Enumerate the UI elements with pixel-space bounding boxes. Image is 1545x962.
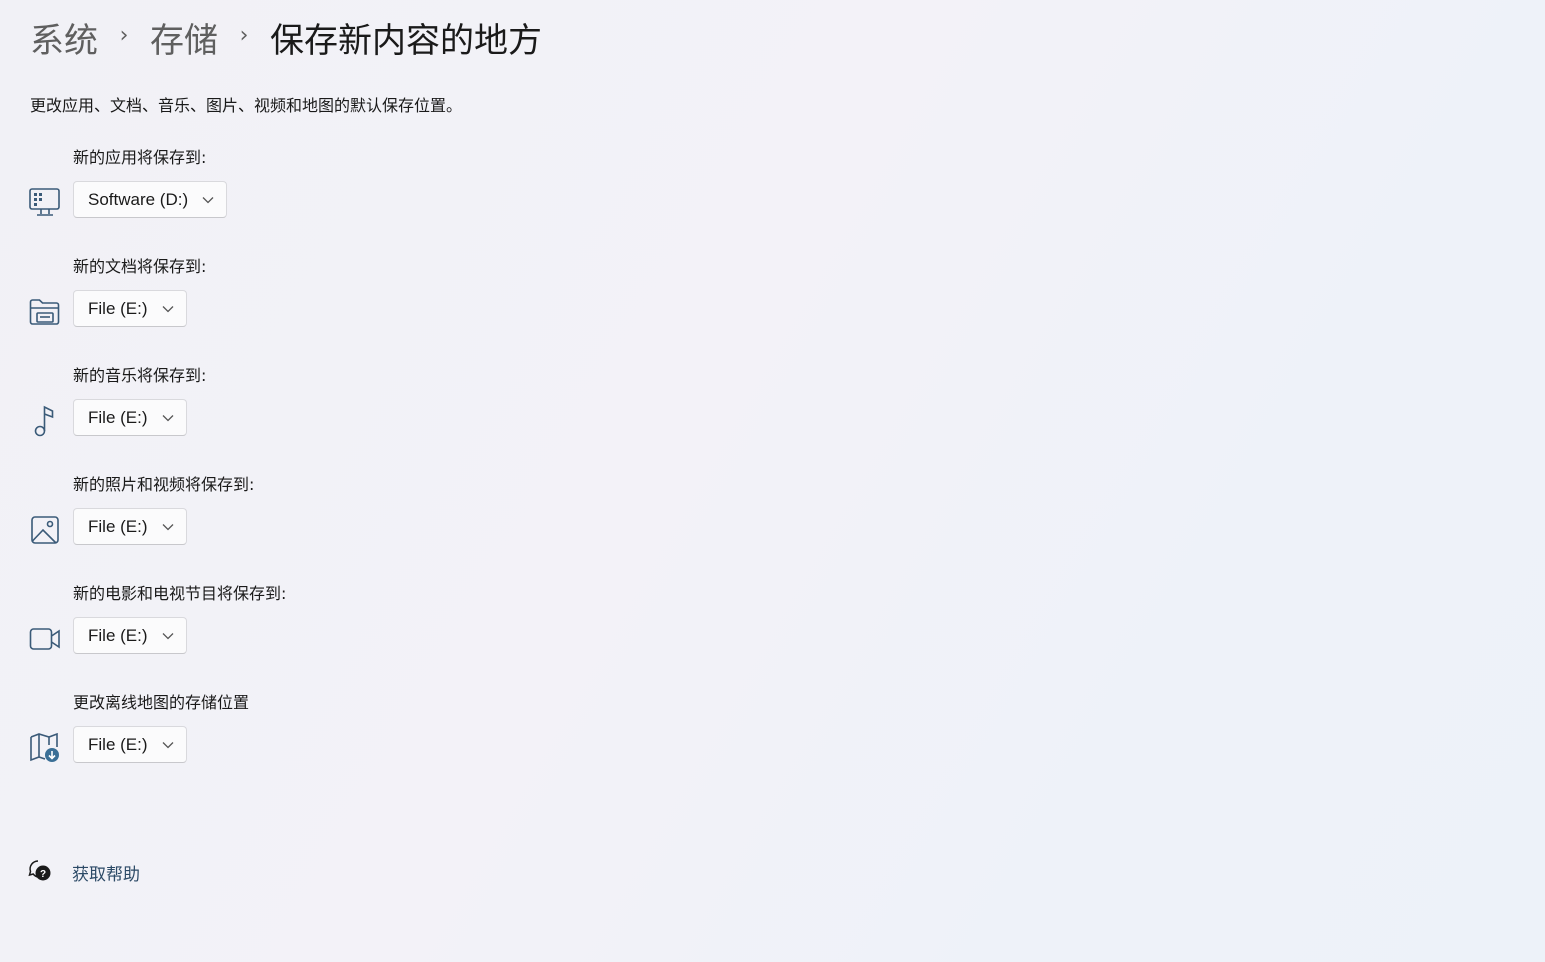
page-title: 保存新内容的地方 [270, 20, 542, 61]
dropdown-value: File (E:) [88, 625, 148, 645]
dropdown-value: File (E:) [88, 734, 148, 754]
help-chat-icon: ? [28, 858, 52, 886]
setting-music: 新的音乐将保存到: File (E:) [0, 366, 600, 466]
picture-icon [28, 513, 62, 547]
video-camera-icon [28, 622, 62, 656]
dropdown-value: File (E:) [88, 298, 148, 318]
photos-location-dropdown[interactable]: File (E:) [73, 508, 187, 545]
setting-apps: 新的应用将保存到: Software (D:) [0, 148, 600, 248]
maps-location-dropdown[interactable]: File (E:) [73, 726, 187, 763]
page-description: 更改应用、文档、音乐、图片、视频和地图的默认保存位置。 [30, 96, 463, 115]
breadcrumb-separator: › [239, 22, 249, 48]
setting-label: 新的照片和视频将保存到: [73, 475, 255, 494]
chevron-down-icon [162, 305, 174, 313]
documents-location-dropdown[interactable]: File (E:) [73, 290, 187, 327]
setting-label: 新的文档将保存到: [73, 257, 207, 276]
folder-documents-icon [28, 295, 62, 329]
setting-photos-videos: 新的照片和视频将保存到: File (E:) [0, 475, 600, 575]
setting-movies-tv: 新的电影和电视节目将保存到: File (E:) [0, 584, 600, 684]
dropdown-value: Software (D:) [88, 189, 189, 209]
breadcrumb: 系统 › 存储 › 保存新内容的地方 [30, 13, 542, 62]
chevron-down-icon [202, 196, 214, 204]
music-note-icon [28, 404, 62, 438]
dropdown-value: File (E:) [88, 516, 148, 536]
dropdown-value: File (E:) [88, 407, 148, 427]
breadcrumb-system[interactable]: 系统 [30, 13, 98, 62]
setting-label: 新的音乐将保存到: [73, 366, 207, 385]
music-location-dropdown[interactable]: File (E:) [73, 399, 187, 436]
breadcrumb-separator: › [119, 22, 129, 48]
breadcrumb-storage[interactable]: 存储 [150, 13, 218, 62]
setting-documents: 新的文档将保存到: File (E:) [0, 257, 600, 357]
apps-location-dropdown[interactable]: Software (D:) [73, 181, 228, 218]
chevron-down-icon [162, 741, 174, 749]
setting-label: 更改离线地图的存储位置 [73, 693, 250, 712]
get-help-link[interactable]: ? 获取帮助 [28, 858, 140, 886]
setting-offline-maps: 更改离线地图的存储位置 File (E:) [0, 693, 600, 793]
get-help-label: 获取帮助 [72, 864, 140, 885]
movies-location-dropdown[interactable]: File (E:) [73, 617, 187, 654]
chevron-down-icon [162, 414, 174, 422]
offline-map-icon [28, 731, 62, 765]
chevron-down-icon [162, 523, 174, 531]
svg-text:?: ? [40, 869, 46, 880]
setting-label: 新的应用将保存到: [73, 148, 207, 167]
chevron-down-icon [162, 632, 174, 640]
setting-label: 新的电影和电视节目将保存到: [73, 584, 287, 603]
apps-monitor-icon [28, 186, 62, 220]
